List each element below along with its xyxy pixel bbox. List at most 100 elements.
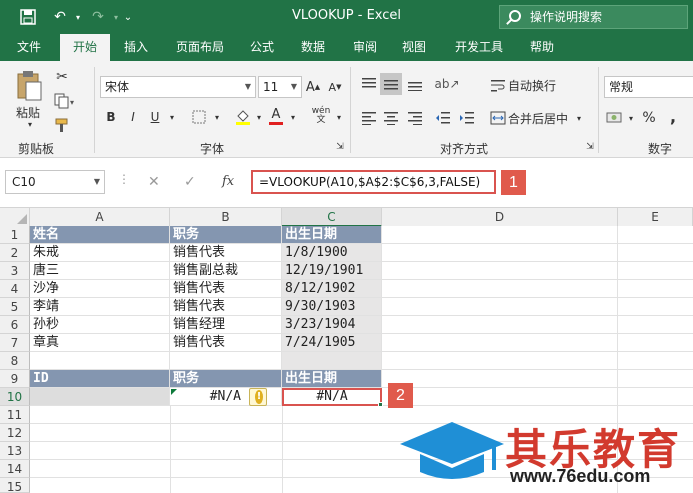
lookup-header-cell[interactable]: 出生日期 xyxy=(282,370,382,388)
row-header[interactable]: 9 xyxy=(0,370,30,388)
tab-insert[interactable]: 插入 xyxy=(112,34,160,61)
table-cell[interactable]: 销售代表 xyxy=(170,298,282,316)
increase-font-icon[interactable]: A ▲ xyxy=(304,76,322,98)
tab-file[interactable]: 文件 xyxy=(4,34,54,61)
currency-dropdown-icon[interactable]: ▾ xyxy=(626,107,636,129)
column-header-e[interactable]: E xyxy=(618,208,693,227)
row-header[interactable]: 3 xyxy=(0,262,30,280)
align-bottom-icon[interactable] xyxy=(404,73,426,95)
row-header[interactable]: 4 xyxy=(0,280,30,298)
table-header-cell[interactable]: 职务 xyxy=(170,226,282,244)
table-cell[interactable] xyxy=(170,352,282,370)
empty-cells-abc[interactable] xyxy=(30,406,382,493)
bold-button[interactable]: B xyxy=(102,107,120,127)
row-header[interactable]: 11 xyxy=(0,406,30,424)
currency-icon[interactable] xyxy=(604,107,626,129)
row-header[interactable]: 14 xyxy=(0,460,30,478)
column-header-c[interactable]: C xyxy=(282,208,382,227)
enter-icon[interactable]: ✓ xyxy=(184,174,196,190)
table-cell[interactable]: 12/19/1901 xyxy=(282,262,382,280)
row-header[interactable]: 8 xyxy=(0,352,30,370)
table-header-cell[interactable]: 出生日期 xyxy=(282,226,382,244)
table-cell[interactable]: 朱戒 xyxy=(30,244,170,262)
insert-function-button[interactable]: fx xyxy=(222,174,234,189)
row-header[interactable]: 6 xyxy=(0,316,30,334)
align-left-icon[interactable] xyxy=(358,107,380,129)
row-header[interactable]: 2 xyxy=(0,244,30,262)
table-header-cell[interactable]: 姓名 xyxy=(30,226,170,244)
underline-dropdown-icon[interactable]: ▾ xyxy=(166,107,178,127)
border-dropdown-icon[interactable]: ▾ xyxy=(212,107,222,127)
fill-color-dropdown-icon[interactable]: ▾ xyxy=(254,107,264,127)
merge-center-button[interactable]: 合并后居中 xyxy=(508,108,572,128)
table-cell[interactable] xyxy=(30,352,170,370)
tab-view[interactable]: 视图 xyxy=(394,34,434,61)
orientation-icon[interactable]: ab↗ xyxy=(434,73,460,95)
number-format-combo[interactable]: 常规 xyxy=(604,76,693,98)
table-cell[interactable]: 销售代表 xyxy=(170,334,282,352)
column-header-b[interactable]: B xyxy=(170,208,282,227)
font-dialog-launcher-icon[interactable]: ⇲ xyxy=(334,141,346,153)
align-top-icon[interactable] xyxy=(358,73,380,95)
fill-color-icon[interactable] xyxy=(232,107,254,127)
merge-dropdown-icon[interactable]: ▾ xyxy=(574,108,584,128)
name-box[interactable]: C10 ▼ xyxy=(5,170,105,194)
lookup-c10-cell[interactable]: #N/A xyxy=(282,388,382,406)
column-header-d[interactable]: D xyxy=(382,208,618,227)
row-header[interactable]: 12 xyxy=(0,424,30,442)
table-cell[interactable]: 8/12/1902 xyxy=(282,280,382,298)
formula-bar-resize-handle[interactable]: ⋮ xyxy=(118,172,130,186)
wrap-text-icon[interactable] xyxy=(488,75,508,95)
select-all-corner[interactable] xyxy=(0,208,30,227)
underline-button[interactable]: U xyxy=(146,107,164,127)
phonetic-dropdown-icon[interactable]: ▾ xyxy=(334,107,344,127)
decrease-font-icon[interactable]: A ▼ xyxy=(326,76,344,98)
tab-page-layout[interactable]: 页面布局 xyxy=(165,34,235,61)
table-cell[interactable]: 唐三 xyxy=(30,262,170,280)
tab-review[interactable]: 审阅 xyxy=(342,34,388,61)
border-icon[interactable] xyxy=(188,107,210,127)
lookup-header-cell[interactable]: ID xyxy=(30,370,170,388)
table-cell[interactable]: 销售代表 xyxy=(170,280,282,298)
lookup-header-cell[interactable]: 职务 xyxy=(170,370,282,388)
font-name-combo[interactable]: 宋体 ▼ xyxy=(100,76,256,98)
tab-home[interactable]: 开始 xyxy=(60,34,110,61)
lookup-id-cell[interactable] xyxy=(30,388,170,406)
font-color-icon[interactable]: A xyxy=(266,105,286,127)
table-cell[interactable]: 销售代表 xyxy=(170,244,282,262)
row-header[interactable]: 15 xyxy=(0,478,30,493)
error-warning-icon[interactable] xyxy=(249,388,267,406)
row-header[interactable]: 7 xyxy=(0,334,30,352)
formula-input[interactable]: =VLOOKUP(A10,$A$2:$C$6,3,FALSE) xyxy=(251,170,496,194)
wrap-text-button[interactable]: 自动换行 xyxy=(508,75,560,95)
table-cell[interactable]: 沙净 xyxy=(30,280,170,298)
table-cell[interactable]: 9/30/1903 xyxy=(282,298,382,316)
row-header[interactable]: 5 xyxy=(0,298,30,316)
tell-me-search[interactable]: 操作说明搜索 xyxy=(499,5,688,29)
decrease-indent-icon[interactable] xyxy=(432,107,454,129)
font-size-combo[interactable]: 11 ▼ xyxy=(258,76,302,98)
table-cell[interactable]: 销售副总裁 xyxy=(170,262,282,280)
tab-help[interactable]: 帮助 xyxy=(520,34,564,61)
align-center-icon[interactable] xyxy=(380,107,402,129)
table-cell[interactable]: 销售经理 xyxy=(170,316,282,334)
tab-data[interactable]: 数据 xyxy=(290,34,336,61)
align-middle-icon[interactable] xyxy=(380,73,402,95)
row-header[interactable]: 10 xyxy=(0,388,30,406)
font-color-dropdown-icon[interactable]: ▾ xyxy=(288,107,298,127)
table-cell[interactable]: 章真 xyxy=(30,334,170,352)
percent-button[interactable]: % xyxy=(640,107,658,129)
cut-icon[interactable]: ✂ xyxy=(52,67,72,87)
alignment-dialog-launcher-icon[interactable]: ⇲ xyxy=(584,141,596,153)
tab-developer[interactable]: 开发工具 xyxy=(446,34,512,61)
tab-formulas[interactable]: 公式 xyxy=(240,34,284,61)
merge-center-icon[interactable] xyxy=(488,108,508,128)
table-cell[interactable]: 1/8/1900 xyxy=(282,244,382,262)
column-header-a[interactable]: A xyxy=(30,208,170,227)
table-cell[interactable]: 孙秒 xyxy=(30,316,170,334)
increase-indent-icon[interactable] xyxy=(456,107,478,129)
phonetic-icon[interactable]: wén 文 xyxy=(308,105,334,127)
fill-handle[interactable] xyxy=(378,402,383,407)
copy-icon[interactable]: ▾ xyxy=(52,91,78,111)
paste-icon[interactable] xyxy=(14,69,44,103)
